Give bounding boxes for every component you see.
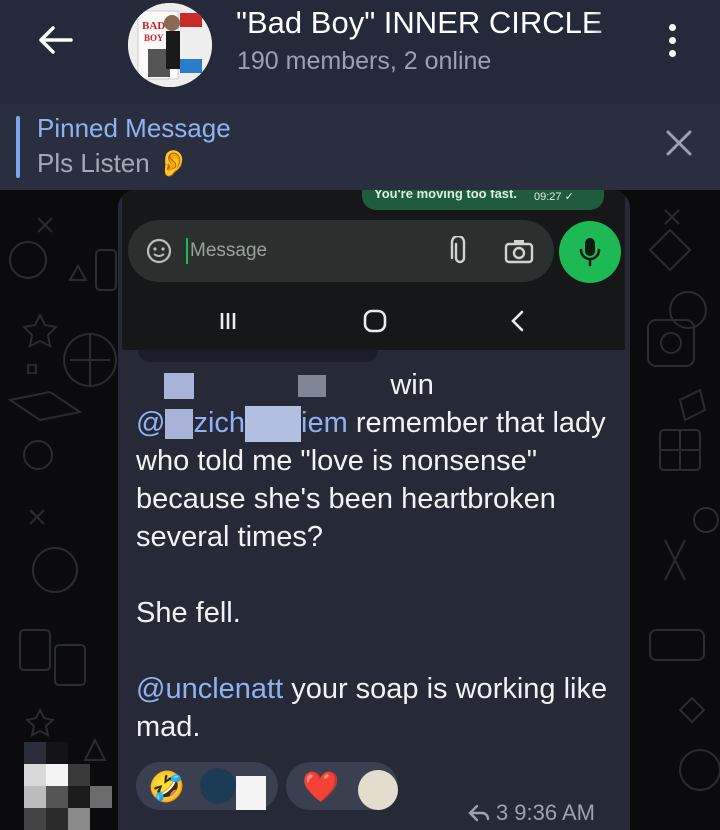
message-meta: 3 9:36 AM [468,800,595,826]
message-paragraph-1: @ zich iem remember that lady who told me … [136,404,616,556]
attach-icon [450,236,466,264]
embedded-mic-button [559,221,621,283]
heart-emoji-icon: ❤️ [302,771,340,804]
embedded-screenshot[interactable]: You're moving too fast. 09:27 ✓ Message [122,190,625,350]
group-avatar[interactable]: BAD BOY [128,3,212,87]
message-paragraph-3: @unclenatt your soap is working like mad… [136,670,616,746]
svg-text:BOY: BOY [144,33,164,43]
back-button[interactable] [30,20,80,60]
embedded-chat-bubble: You're moving too fast. 09:27 ✓ [362,190,604,210]
redacted-block [236,776,266,810]
reactor-avatar [200,768,236,804]
embedded-input-placeholder: Message [190,240,268,261]
message-bubble[interactable]: You're moving too fast. 09:27 ✓ Message [118,190,630,830]
pinned-message-bar[interactable]: Pinned Message Pls Listen 👂 [0,104,720,190]
message-fragment: win [390,369,434,401]
sender-avatar-redacted [24,742,114,830]
message-paragraph-2: She fell. [136,597,241,630]
laughing-emoji-icon: 🤣 [148,771,186,804]
redacted-block [298,375,327,398]
message-text: win @ zich iem remember that lady who told… [136,366,616,746]
embedded-bubble-text: You're moving too fast. [374,190,517,201]
pinned-label: Pinned Message [37,113,231,143]
arrow-left-icon [39,26,73,54]
dot-icon [668,49,676,57]
more-menu-button[interactable] [652,18,692,62]
pinned-text: Pls Listen 👂 [37,148,190,178]
title-fade [590,4,630,44]
chat-title[interactable]: "Bad Boy" INNER CIRCLE [236,6,624,40]
sticker-icon [146,238,172,264]
redacted-block [245,406,302,443]
mention-link[interactable]: iem [301,407,348,439]
message-line-blurred: win [136,366,616,404]
embedded-bubble-time: 09:27 ✓ [534,191,574,203]
android-nav-bar [220,309,524,333]
image-overlay-shadow [138,350,378,362]
pin-indicator [16,116,20,178]
message-time: 9:36 AM [514,800,595,825]
redacted-block [165,409,194,440]
reactor-avatar [358,770,398,810]
close-icon[interactable] [664,128,694,158]
chat-subtitle: 190 members, 2 online [237,47,492,75]
mention-link[interactable]: @ [136,407,165,439]
reply-icon [468,804,490,822]
mention-link[interactable]: @unclenatt [136,673,283,705]
chat-header: BAD BOY "Bad Boy" INNER CIRCLE 190 membe… [0,0,720,104]
embedded-message-input: Message [128,220,554,282]
redacted-block [164,373,195,400]
reaction-heart[interactable]: ❤️ [286,762,398,810]
microphone-icon [579,238,601,267]
mention-link[interactable]: zich [193,407,245,439]
dot-icon [668,36,676,44]
dot-icon [668,23,676,31]
reply-count[interactable]: 3 [496,800,508,826]
camera-icon [504,240,534,264]
svg-text:BAD: BAD [142,20,165,32]
reaction-laugh[interactable]: 🤣 [136,762,278,810]
